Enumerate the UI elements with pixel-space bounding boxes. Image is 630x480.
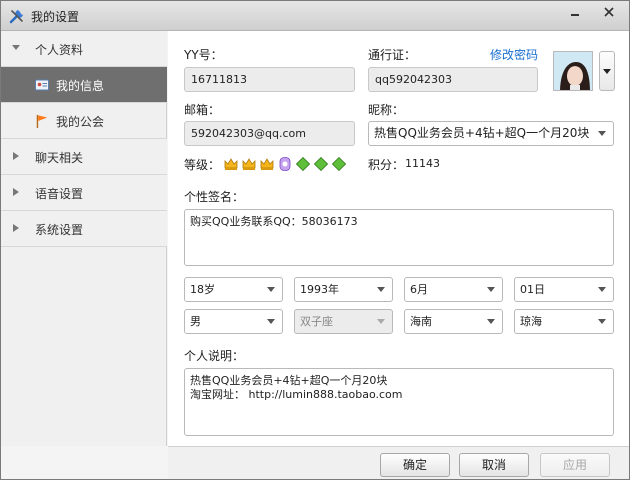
- title-bar[interactable]: 我的设置: [1, 1, 629, 31]
- chevron-down-icon: [598, 131, 606, 136]
- passport-field[interactable]: qq592042303: [368, 67, 538, 92]
- crown-icon: [260, 158, 274, 170]
- chevron-down-icon: [267, 287, 275, 292]
- chevron-down-icon: [377, 319, 385, 324]
- cancel-button[interactable]: 取消: [459, 453, 529, 477]
- chevron-down-icon: [598, 287, 606, 292]
- profile-panel: YY号： 16711813 通行证： 修改密码 qq592042303 邮箱： …: [168, 31, 629, 446]
- nav-group-label: 个人资料: [35, 43, 84, 57]
- nav-item-my-guild[interactable]: 我的公会: [1, 103, 167, 139]
- apply-button[interactable]: 应用: [540, 453, 610, 477]
- expanded-arrow-icon: [12, 45, 20, 50]
- passport-label: 通行证：: [368, 48, 417, 62]
- diamond-icon: [332, 157, 346, 171]
- chevron-down-icon: [377, 287, 385, 292]
- window-title: 我的设置: [31, 10, 80, 24]
- city-select[interactable]: 琼海: [514, 309, 614, 334]
- birth-day-select[interactable]: 01日: [514, 277, 614, 302]
- collapsed-arrow-icon: [13, 188, 19, 196]
- chevron-down-icon: [603, 69, 611, 74]
- gender-select[interactable]: 男: [184, 309, 283, 334]
- diamond-icon: [296, 157, 310, 171]
- minimize-button[interactable]: [565, 5, 585, 23]
- nav-item-label: 我的信息: [56, 79, 105, 93]
- province-value: 海南: [410, 315, 432, 328]
- city-value: 琼海: [520, 315, 542, 328]
- minimize-icon: [571, 14, 579, 16]
- settings-window: 我的设置 个人资料 我的信息 我的公会 聊天相关 语音设置 系统设置 YY号： …: [0, 0, 630, 480]
- email-field[interactable]: 592042303@qq.com: [184, 121, 355, 146]
- nav-group-chat[interactable]: 聊天相关: [1, 139, 167, 175]
- email-label: 邮箱：: [184, 103, 221, 117]
- age-value: 18岁: [190, 283, 215, 296]
- birth-day-value: 01日: [520, 283, 545, 296]
- nav-group-label: 语音设置: [35, 187, 84, 201]
- level-label: 等级：: [184, 158, 221, 172]
- moon-icon: [279, 157, 291, 171]
- points-value: 11143: [405, 157, 440, 170]
- nav-group-system[interactable]: 系统设置: [1, 211, 167, 247]
- birth-month-value: 6月: [410, 283, 428, 296]
- crown-icon: [242, 158, 256, 170]
- yy-label: YY号：: [184, 48, 223, 62]
- chevron-down-icon: [598, 319, 606, 324]
- nav-group-voice[interactable]: 语音设置: [1, 175, 167, 211]
- collapsed-arrow-icon: [13, 152, 19, 160]
- nav-group-label: 聊天相关: [35, 151, 84, 165]
- bio-textarea[interactable]: 热售QQ业务会员+4钻+超Q一个月20块 淘宝网址： http://lumin8…: [184, 368, 614, 436]
- birth-year-value: 1993年: [300, 283, 339, 296]
- gender-value: 男: [190, 315, 201, 328]
- diamond-icon: [314, 157, 328, 171]
- province-select[interactable]: 海南: [404, 309, 503, 334]
- bio-label: 个人说明：: [184, 349, 245, 363]
- avatar-dropdown-button[interactable]: [599, 51, 615, 91]
- birth-year-select[interactable]: 1993年: [294, 277, 393, 302]
- chevron-down-icon: [487, 319, 495, 324]
- nav-group-profile[interactable]: 个人资料: [1, 31, 167, 67]
- collapsed-arrow-icon: [13, 224, 19, 232]
- avatar[interactable]: [553, 51, 593, 91]
- age-select[interactable]: 18岁: [184, 277, 283, 302]
- change-password-link[interactable]: 修改密码: [490, 46, 538, 63]
- nav-group-label: 系统设置: [35, 223, 84, 237]
- flag-icon: [36, 114, 48, 128]
- ok-button[interactable]: 确定: [380, 453, 450, 477]
- signature-textarea[interactable]: 购买QQ业务联系QQ：58036173: [184, 209, 614, 266]
- nav-item-label: 我的公会: [56, 115, 105, 129]
- points-label: 积分：: [368, 158, 405, 172]
- signature-label: 个性签名：: [184, 190, 245, 204]
- nav-item-my-info[interactable]: 我的信息: [1, 67, 167, 103]
- chevron-down-icon: [487, 287, 495, 292]
- id-card-icon: [35, 79, 49, 91]
- crown-icon: [224, 158, 238, 170]
- zodiac-select: 双子座: [294, 309, 393, 334]
- nickname-label: 昵称：: [368, 103, 405, 117]
- tools-icon: [9, 10, 23, 24]
- birth-month-select[interactable]: 6月: [404, 277, 503, 302]
- avatar-image: [554, 52, 592, 90]
- chevron-down-icon: [267, 319, 275, 324]
- close-icon: [604, 7, 614, 17]
- nickname-value: 热售QQ业务会员+4钻+超Q一个月20块: [374, 126, 590, 140]
- zodiac-value: 双子座: [300, 315, 333, 328]
- close-button[interactable]: [599, 5, 619, 23]
- footer-bar: 确定 取消 应用: [168, 446, 629, 479]
- nickname-select[interactable]: 热售QQ业务会员+4钻+超Q一个月20块: [368, 121, 614, 146]
- yy-number-field[interactable]: 16711813: [184, 67, 355, 92]
- sidebar: 个人资料 我的信息 我的公会 聊天相关 语音设置 系统设置: [1, 31, 167, 446]
